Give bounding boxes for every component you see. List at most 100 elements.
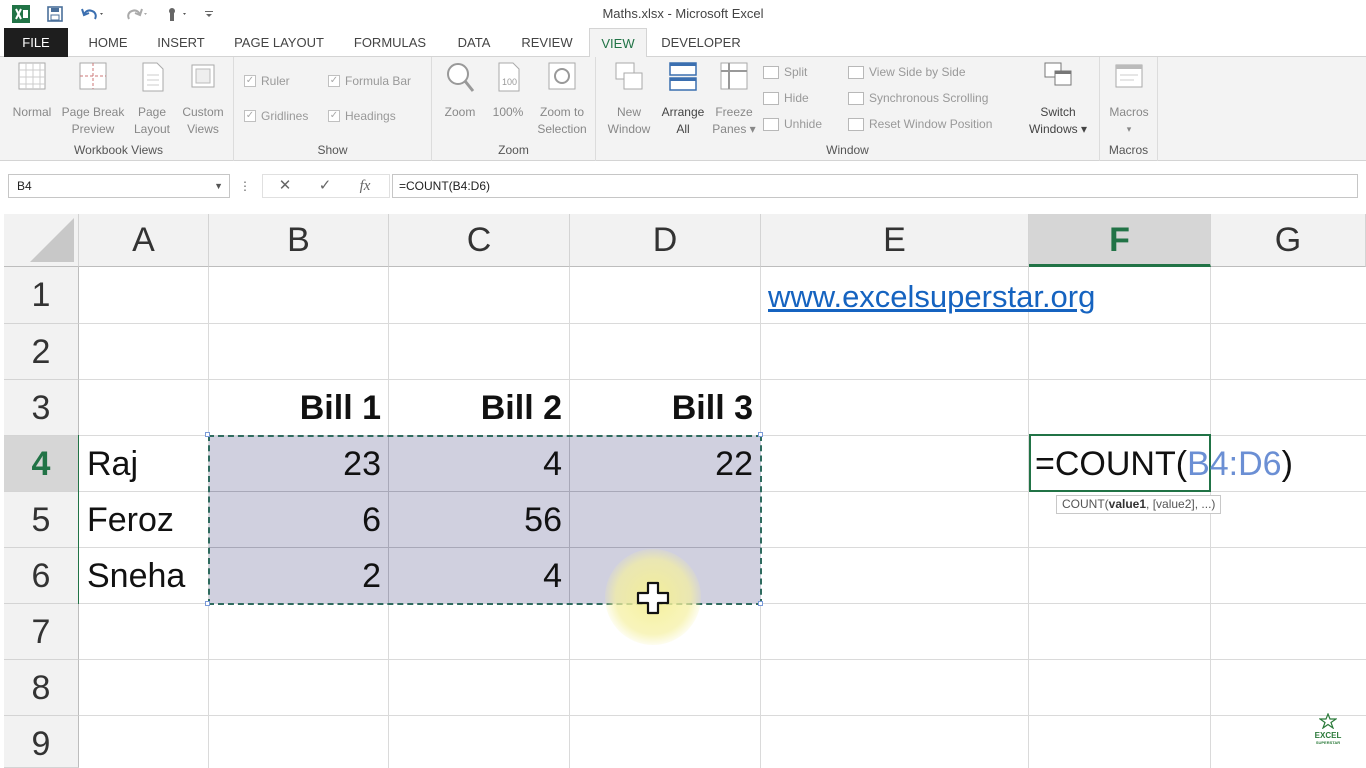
row-header-3[interactable]: 3 bbox=[4, 380, 79, 436]
check-icon: ✓ bbox=[328, 110, 340, 122]
view-side-by-side-button[interactable]: View Side by Side bbox=[848, 65, 966, 79]
freeze-panes-button[interactable]: Freeze Panes ▾ bbox=[710, 61, 758, 138]
arrange-all-icon bbox=[669, 62, 697, 91]
row-header-9[interactable]: 9 bbox=[4, 716, 79, 768]
cell-c3[interactable]: Bill 2 bbox=[389, 380, 570, 436]
title-bar: Maths.xlsx - Microsoft Excel bbox=[0, 0, 1366, 28]
zoom-100-icon: 100 bbox=[498, 62, 520, 92]
unhide-button[interactable]: Unhide bbox=[763, 117, 822, 131]
group-label-macros: Macros bbox=[1108, 143, 1149, 157]
row-header-6[interactable]: 6 bbox=[4, 548, 79, 604]
new-window-button[interactable]: New Window bbox=[600, 61, 658, 138]
column-header-f[interactable]: F bbox=[1029, 214, 1211, 267]
group-label-show: Show bbox=[317, 143, 348, 157]
check-icon: ✓ bbox=[244, 110, 256, 122]
reset-window-position-button[interactable]: Reset Window Position bbox=[848, 117, 992, 131]
formula-bar: B4 ▼ ⋮ ✕ ✓ fx =COUNT(B4:D6) bbox=[0, 161, 1366, 211]
zoom-to-selection-button[interactable]: Zoom to Selection bbox=[532, 61, 592, 138]
split-button[interactable]: Split bbox=[763, 65, 807, 79]
page-layout-view-button[interactable]: Page Layout bbox=[130, 61, 174, 138]
range-handle-top-left[interactable] bbox=[205, 432, 210, 437]
gridlines-checkbox[interactable]: ✓ Gridlines bbox=[244, 109, 308, 123]
tab-insert[interactable]: INSERT bbox=[150, 28, 212, 57]
switch-windows-button[interactable]: Switch Windows ▾ bbox=[1020, 61, 1096, 138]
tab-data[interactable]: DATA bbox=[446, 28, 502, 57]
worksheet-grid[interactable]: A B C D E F G 1 2 3 4 5 6 7 8 9 www.exce… bbox=[0, 211, 1366, 768]
tab-formulas[interactable]: FORMULAS bbox=[346, 28, 434, 57]
chevron-down-icon[interactable]: ▼ bbox=[214, 175, 223, 197]
custom-views-icon bbox=[191, 64, 215, 88]
range-handle-bottom-left[interactable] bbox=[205, 601, 210, 606]
row-header-2[interactable]: 2 bbox=[4, 324, 79, 380]
column-header-a[interactable]: A bbox=[79, 214, 209, 267]
formula-bar-checkbox[interactable]: ✓ Formula Bar bbox=[328, 74, 411, 88]
cell-a4[interactable]: Raj bbox=[79, 436, 209, 492]
row-header-8[interactable]: 8 bbox=[4, 660, 79, 716]
tab-home[interactable]: HOME bbox=[78, 28, 138, 57]
cell-cursor-icon bbox=[636, 581, 670, 615]
macros-icon bbox=[1115, 64, 1143, 88]
range-handle-top-right[interactable] bbox=[758, 432, 763, 437]
zoom-selection-icon bbox=[548, 62, 576, 90]
cell-a5[interactable]: Feroz bbox=[79, 492, 209, 548]
row-header-4[interactable]: 4 bbox=[4, 436, 79, 492]
ribbon: Normal Page Break Preview Page Layout Cu… bbox=[0, 57, 1366, 161]
row-header-5[interactable]: 5 bbox=[4, 492, 79, 548]
select-all-corner[interactable] bbox=[4, 214, 79, 267]
gridline bbox=[79, 323, 1366, 324]
group-workbook-views: Normal Page Break Preview Page Layout Cu… bbox=[4, 57, 234, 161]
tab-review[interactable]: REVIEW bbox=[514, 28, 580, 57]
select-all-triangle-icon bbox=[30, 218, 74, 262]
synchronous-scrolling-button[interactable]: Synchronous Scrolling bbox=[848, 91, 988, 105]
page-layout-icon bbox=[142, 62, 164, 92]
zoom-button[interactable]: Zoom bbox=[438, 61, 482, 121]
arrange-all-button[interactable]: Arrange All bbox=[656, 61, 710, 138]
normal-view-button[interactable]: Normal bbox=[8, 61, 56, 121]
zoom-100-button[interactable]: 100 100% bbox=[486, 61, 530, 121]
row-header-7[interactable]: 7 bbox=[4, 604, 79, 660]
website-link[interactable]: www.excelsuperstar.org bbox=[768, 269, 1095, 325]
name-box[interactable]: B4 ▼ bbox=[8, 174, 230, 198]
tab-developer[interactable]: DEVELOPER bbox=[656, 28, 746, 57]
check-icon: ✓ bbox=[244, 75, 256, 87]
group-show: ✓ Ruler ✓ Formula Bar ✓ Gridlines ✓ Headings… bbox=[234, 57, 432, 161]
column-header-e[interactable]: E bbox=[761, 214, 1029, 267]
function-tooltip[interactable]: COUNT(value1, [value2], ...) bbox=[1056, 495, 1222, 514]
custom-views-button[interactable]: Custom Views bbox=[178, 61, 228, 138]
formula-input[interactable]: =COUNT(B4:D6) bbox=[392, 174, 1358, 198]
group-window: New Window Arrange All Freeze Panes ▾ Sp… bbox=[596, 57, 1100, 161]
column-header-g[interactable]: G bbox=[1211, 214, 1366, 267]
column-header-d[interactable]: D bbox=[570, 214, 761, 267]
gridline bbox=[1210, 267, 1211, 768]
macros-button[interactable]: Macros ▾ bbox=[1102, 61, 1156, 138]
column-header-c[interactable]: C bbox=[389, 214, 570, 267]
cell-b3[interactable]: Bill 1 bbox=[209, 380, 389, 436]
column-header-b[interactable]: B bbox=[209, 214, 389, 267]
tab-page-layout[interactable]: PAGE LAYOUT bbox=[224, 28, 334, 57]
group-label-zoom: Zoom bbox=[498, 143, 529, 157]
page-break-preview-button[interactable]: Page Break Preview bbox=[60, 61, 126, 138]
range-handle-bottom-right[interactable] bbox=[758, 601, 763, 606]
gridline bbox=[79, 715, 1366, 716]
insert-function-icon[interactable]: fx bbox=[352, 174, 378, 198]
group-label-workbook-views: Workbook Views bbox=[74, 143, 163, 157]
enter-icon[interactable]: ✓ bbox=[312, 174, 338, 198]
hide-button[interactable]: Hide bbox=[763, 91, 809, 105]
gridline bbox=[79, 659, 1366, 660]
row-header-1[interactable]: 1 bbox=[4, 267, 79, 324]
headings-checkbox[interactable]: ✓ Headings bbox=[328, 109, 396, 123]
magnifier-icon bbox=[447, 63, 475, 92]
ruler-checkbox[interactable]: ✓ Ruler bbox=[244, 74, 290, 88]
cancel-icon[interactable]: ✕ bbox=[272, 174, 298, 198]
excel-superstar-logo: EXCEL SUPERSTAR bbox=[1306, 712, 1350, 753]
tab-view[interactable]: VIEW bbox=[589, 28, 647, 58]
star-icon bbox=[1318, 712, 1338, 730]
cell-a6[interactable]: Sneha bbox=[79, 548, 209, 604]
more-options-icon[interactable]: ⋮ bbox=[238, 174, 252, 198]
check-icon: ✓ bbox=[328, 75, 340, 87]
tab-file[interactable]: FILE bbox=[4, 28, 68, 57]
range-reference: B4:D6 bbox=[1187, 445, 1282, 483]
cell-d3[interactable]: Bill 3 bbox=[570, 380, 761, 436]
sync-scroll-icon bbox=[848, 91, 864, 105]
ribbon-tabs: FILE HOME INSERT PAGE LAYOUT FORMULAS DA… bbox=[0, 28, 1366, 58]
